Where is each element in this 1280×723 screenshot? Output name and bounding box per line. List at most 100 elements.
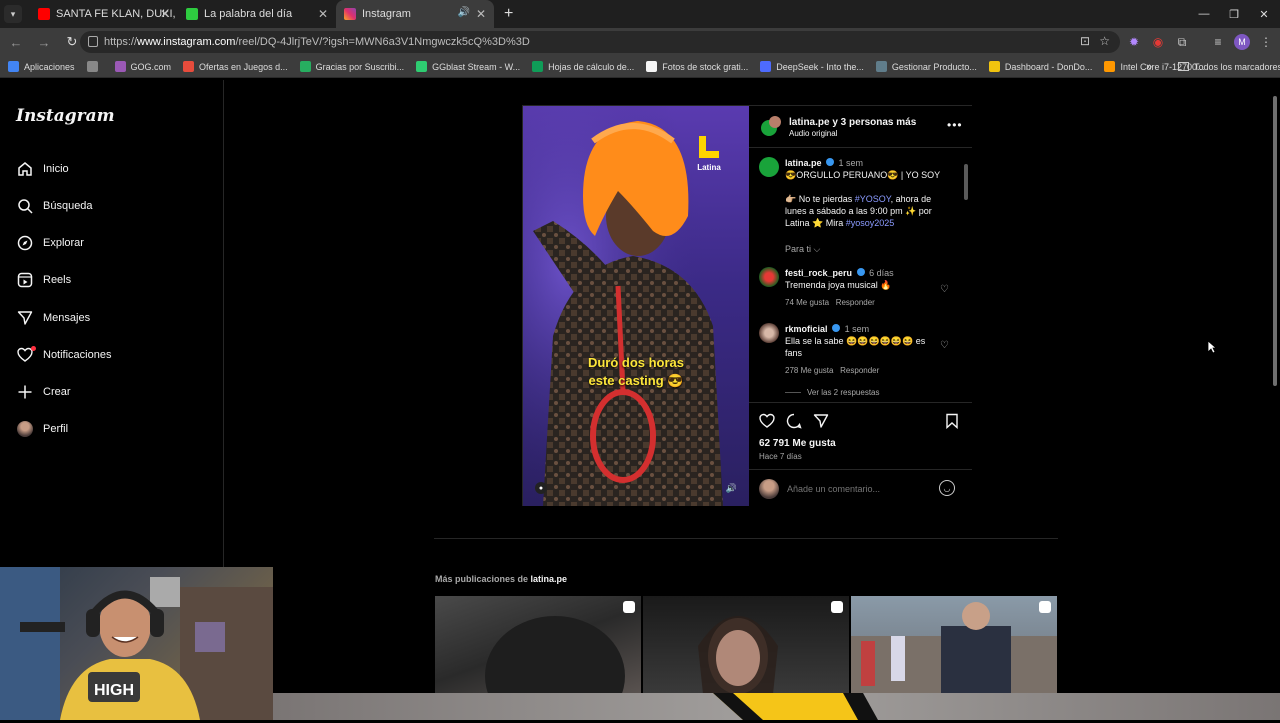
- tab-search-button[interactable]: ▾: [4, 5, 22, 23]
- url-prefix: https://: [104, 36, 138, 48]
- sidebar-item-notifications[interactable]: Notificaciones: [16, 343, 111, 367]
- install-app-icon[interactable]: ⊡: [1080, 34, 1090, 48]
- extension-gear-icon[interactable]: ✹: [1124, 32, 1144, 52]
- close-icon[interactable]: ✕: [476, 7, 486, 21]
- sidebar-item-search[interactable]: Búsqueda: [16, 194, 93, 218]
- emoji-icon[interactable]: ◡: [939, 480, 955, 496]
- close-window-button[interactable]: ✕: [1248, 0, 1280, 28]
- notification-dot: [31, 346, 36, 351]
- site-info-icon[interactable]: [88, 36, 98, 47]
- apps-icon: [8, 61, 19, 72]
- palabra-icon: [186, 8, 198, 20]
- bookmark-hojas[interactable]: Hojas de cálculo de...: [532, 61, 634, 72]
- bookmark-fotos[interactable]: Fotos de stock grati...: [646, 61, 748, 72]
- more-post-thumbnail[interactable]: [851, 596, 1057, 694]
- sidebar-item-messages[interactable]: Mensajes: [16, 306, 90, 330]
- likes-count[interactable]: 62 791 Me gusta: [759, 438, 836, 449]
- see-translation[interactable]: Para ti ⌵: [785, 243, 965, 255]
- commenter-avatar[interactable]: [759, 323, 779, 343]
- folder-icon: [1178, 62, 1189, 71]
- page-scrollbar[interactable]: [1270, 82, 1280, 694]
- bookmark-grid[interactable]: [86, 61, 103, 72]
- extension-red-icon[interactable]: ◉: [1148, 32, 1168, 52]
- bookmark-dashboard[interactable]: Dashboard - DonDo...: [988, 61, 1092, 72]
- bookmark-apps[interactable]: Aplicaciones: [8, 61, 75, 72]
- verified-icon: [826, 158, 835, 166]
- speaker-icon[interactable]: 🔊: [458, 7, 470, 18]
- more-options-icon[interactable]: •••: [947, 118, 963, 132]
- comment-likes[interactable]: 278 Me gusta: [785, 366, 833, 375]
- media-controls-icon[interactable]: ≡: [1208, 32, 1228, 52]
- webcam-illustration: HIGH: [0, 567, 273, 720]
- sidebar-item-create[interactable]: Crear: [16, 380, 71, 404]
- comment-like-icon[interactable]: ♡: [940, 340, 949, 351]
- gracias-icon: [299, 61, 311, 72]
- comment-input[interactable]: [787, 481, 937, 497]
- tab-instagram[interactable]: Instagram 🔊 ✕: [336, 0, 494, 28]
- share-icon[interactable]: [813, 413, 829, 432]
- new-tab-button[interactable]: +: [504, 5, 513, 23]
- comment-icon[interactable]: [786, 413, 802, 432]
- bookmarks-overflow-icon[interactable]: »: [1146, 61, 1152, 73]
- sidebar-item-home[interactable]: Inicio: [16, 157, 69, 181]
- bookmark-gracias[interactable]: Gracias por Suscribi...: [299, 61, 404, 72]
- restore-button[interactable]: ❐: [1218, 0, 1250, 28]
- bookmark-icon[interactable]: [945, 413, 959, 432]
- close-icon[interactable]: ✕: [160, 7, 170, 21]
- ofertas-icon: [183, 61, 195, 72]
- hashtag-link[interactable]: #YOSOY: [855, 194, 891, 204]
- menu-icon[interactable]: ⋮: [1256, 32, 1276, 52]
- instagram-logo[interactable]: Instagram: [16, 106, 115, 126]
- road-marking-illustration: [713, 693, 878, 720]
- bookmark-deepseek[interactable]: DeepSeek - Into the...: [760, 61, 864, 72]
- more-posts-divider: [434, 538, 1058, 539]
- comments-scrollbar[interactable]: [963, 152, 969, 400]
- bookmark-ofertas[interactable]: Ofertas en Juegos d...: [183, 61, 288, 72]
- address-bar[interactable]: https://www.instagram.com/reel/DQ-4JlrjT…: [80, 31, 1120, 53]
- gestionar-icon: [875, 61, 887, 72]
- commenter-avatar[interactable]: [759, 267, 779, 287]
- post-header: latina.pe y 3 personas más Audio origina…: [749, 106, 972, 148]
- reel-post: Latina Duró dos horas este casting 😎 ● 🔊…: [522, 105, 972, 506]
- user-tags-icon[interactable]: ●: [535, 482, 547, 494]
- sidebar-item-explore[interactable]: Explorar: [16, 231, 84, 255]
- author-avatar[interactable]: [759, 157, 779, 177]
- back-button[interactable]: ←: [4, 30, 28, 54]
- browser-tab-strip: ▾ SANTA FE KLAN, DUKI, PESO PL ✕ La pala…: [0, 0, 1280, 28]
- profile-avatar[interactable]: M: [1232, 32, 1252, 52]
- star-icon[interactable]: ☆: [1099, 34, 1110, 48]
- reply-button[interactable]: Responder: [840, 366, 879, 375]
- youtube-icon: [38, 8, 50, 20]
- forward-button[interactable]: →: [32, 30, 56, 54]
- tab-palabra[interactable]: La palabra del día ✕: [178, 0, 336, 28]
- url-path: /reel/DQ-4JlrjTeV/?igsh=MWN6a3V1Nmgwczk5…: [235, 36, 530, 48]
- ggblast-icon: [416, 61, 428, 72]
- bookmark-gestionar[interactable]: Gestionar Producto...: [875, 61, 977, 72]
- caption: latina.pe 1 sem 😎ORGULLO PERUANO😎 | YO S…: [785, 157, 965, 255]
- comment-like-icon[interactable]: ♡: [940, 284, 949, 295]
- reply-button[interactable]: Responder: [836, 298, 875, 307]
- audio-toggle-icon[interactable]: 🔊: [726, 483, 737, 494]
- explore-icon: [16, 234, 34, 252]
- hashtag-link[interactable]: #yosoy2025: [846, 218, 895, 228]
- heart-icon: [16, 346, 36, 364]
- all-bookmarks[interactable]: Todos los marcadores: [1178, 62, 1280, 72]
- comment-likes[interactable]: 74 Me gusta: [785, 298, 829, 307]
- extensions-icon[interactable]: ⧉: [1172, 32, 1192, 52]
- sidebar-item-profile[interactable]: Perfil: [16, 417, 68, 441]
- audio-label[interactable]: Audio original: [789, 129, 837, 138]
- view-replies[interactable]: Ver las 2 respuestas: [785, 387, 935, 399]
- comments-list: latina.pe 1 sem 😎ORGULLO PERUANO😎 | YO S…: [749, 149, 972, 399]
- more-post-thumbnail[interactable]: [643, 596, 849, 694]
- tab-youtube[interactable]: SANTA FE KLAN, DUKI, PESO PL ✕: [30, 0, 178, 28]
- bookmark-gog[interactable]: GOG.com: [114, 61, 171, 72]
- sidebar-item-reels[interactable]: Reels: [16, 268, 71, 292]
- shirt-logo: HIGH: [94, 682, 134, 699]
- like-icon[interactable]: [759, 413, 775, 432]
- post-authors[interactable]: latina.pe y 3 personas más: [789, 117, 916, 128]
- reel-video[interactable]: Latina Duró dos horas este casting 😎 ● 🔊: [523, 106, 749, 506]
- close-icon[interactable]: ✕: [318, 7, 328, 21]
- bookmark-ggblast[interactable]: GGblast Stream - W...: [416, 61, 520, 72]
- minimize-button[interactable]: —: [1188, 0, 1220, 28]
- more-post-thumbnail[interactable]: [435, 596, 641, 694]
